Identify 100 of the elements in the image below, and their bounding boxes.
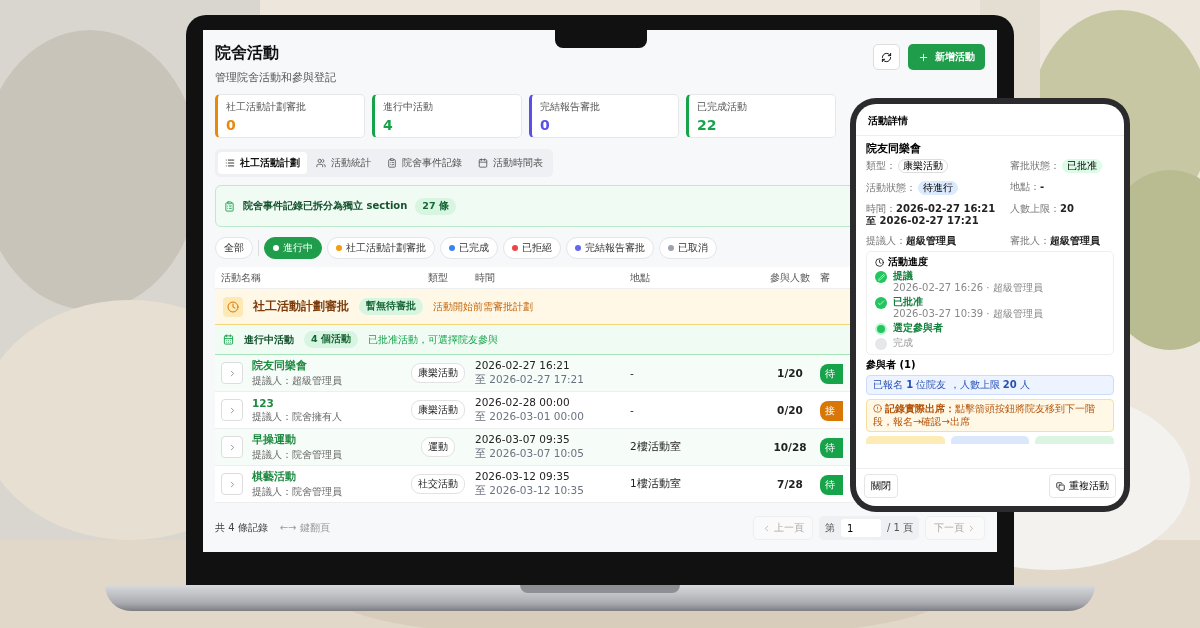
warning-message: 記錄實際出席：點擊箭頭按鈕將院友移到下一階段，報名→確認→出席 — [866, 399, 1114, 433]
column-header: 審 — [820, 270, 831, 285]
info-message: 已報名 1 位院友 ，人數上限 20 人 — [866, 375, 1114, 396]
keyboard-hint: ←→ 鍵翻頁 — [279, 521, 330, 535]
end-time: 至 2026-03-01 00:00 — [475, 410, 585, 424]
alert-icon — [873, 404, 882, 414]
tab[interactable]: 社工活動計劃 — [218, 152, 307, 174]
filter-chip[interactable]: 已完成 — [440, 237, 498, 259]
step-label: 提議 — [893, 270, 914, 283]
filter-chip[interactable]: 已取消 — [659, 237, 717, 259]
start-time: 2026-03-12 09:35 — [475, 470, 571, 482]
expand-button[interactable] — [221, 473, 243, 495]
expand-button[interactable] — [221, 362, 243, 384]
detail-text: 審批人：超級管理員 — [1010, 235, 1100, 248]
page-suffix: / 1 頁 — [886, 521, 913, 535]
duplicate-button[interactable]: 重複活動 — [1049, 474, 1116, 498]
refresh-icon — [881, 51, 892, 63]
stat-label: 進行中活動 — [383, 100, 434, 114]
type-tag: 運動 — [421, 437, 455, 457]
participants-cell-text: 0/20 — [776, 404, 804, 416]
section-title: 進行中活動 — [244, 332, 294, 347]
location-cell-text: 2樓活動室 — [630, 440, 682, 454]
field-label: 類型： — [866, 160, 896, 173]
detail-text: 地點：- — [1010, 181, 1045, 194]
filter-chip[interactable]: 全部 — [215, 237, 253, 259]
activity-title: 院友同樂會 — [866, 142, 922, 156]
stat-label: 已完成活動 — [697, 100, 748, 114]
step-meta: 2026-03-27 10:39 · 超級管理員 — [893, 308, 1043, 321]
participants-cell-text: 1/20 — [776, 367, 804, 379]
page-subtitle: 管理院舍活動和參與登記 — [215, 70, 336, 85]
detail-text: 人數上限：20 — [1010, 203, 1074, 216]
plus-icon — [918, 51, 929, 63]
expand-button[interactable] — [221, 399, 243, 421]
section-note: 活動開始前需審批計劃 — [433, 299, 533, 314]
page-prefix: 第 — [824, 521, 835, 535]
proposer-text: 提議人：超級管理員 — [252, 373, 342, 388]
column-header: 類型 — [427, 270, 449, 285]
calendar-icon — [478, 158, 488, 168]
tab[interactable]: 院舍事件記錄 — [380, 152, 469, 174]
field-label: 活動狀態： — [866, 182, 916, 195]
proposer-text: 提議人：院舍擁有人 — [252, 409, 342, 424]
activity-name: 院友同樂會 — [252, 358, 308, 373]
section-title: 社工活動計劃審批 — [253, 299, 349, 314]
status-tag: 待 — [820, 475, 843, 495]
participants-cell-text: 10/28 — [772, 441, 808, 453]
step-label: 完成 — [893, 337, 913, 350]
participants-title: 參與者 (1) — [866, 359, 917, 372]
tab[interactable]: 活動時間表 — [471, 152, 550, 174]
detail-text: 時間：2026-02-27 16:21 至 2026-02-27 17:21 — [866, 203, 997, 228]
section-badge: 4 個活動 — [304, 331, 358, 348]
column-header: 地點 — [630, 270, 651, 285]
clock-icon — [875, 257, 884, 267]
record-count: 共 4 條記錄 — [215, 521, 268, 535]
step-meta: 2026-02-27 16:26 · 超級管理員 — [893, 282, 1043, 295]
proposer-text: 提議人：院舍管理員 — [252, 447, 342, 462]
page-title: 院舍活動 — [215, 43, 280, 64]
dialog-title: 活動詳情 — [856, 104, 1124, 136]
status-tag: 待進行 — [918, 181, 958, 196]
expand-button[interactable] — [221, 436, 243, 458]
field-label: 審批狀態： — [1010, 160, 1060, 173]
end-time: 至 2026-02-27 17:21 — [475, 373, 585, 387]
page-input[interactable]: 1 — [840, 519, 881, 537]
tab[interactable]: 活動統計 — [309, 152, 378, 174]
section-note: 已批准活動，可選擇院友參與 — [367, 332, 498, 347]
stat-label: 完結報告審批 — [540, 100, 601, 114]
participants-cell-text: 7/28 — [776, 478, 804, 490]
filter-chip[interactable]: 完結報告審批 — [566, 237, 654, 259]
location-cell-text: - — [630, 404, 635, 416]
status-tag: 待 — [820, 438, 843, 458]
add-activity-button[interactable]: 新增活動 — [908, 44, 985, 70]
proposer-text: 提議人：院舍管理員 — [252, 484, 342, 499]
detail-text: 提議人：超級管理員 — [866, 235, 956, 248]
calendar-icon — [223, 334, 234, 345]
start-time: 2026-02-27 16:21 — [475, 359, 571, 371]
status-tag: 接 — [820, 401, 843, 421]
filter-chip[interactable]: 已拒絕 — [503, 237, 561, 259]
copy-icon — [1056, 481, 1065, 491]
filter-chip[interactable]: 進行中 — [264, 237, 322, 259]
users-icon — [316, 158, 326, 168]
count-badge: 27 條 — [415, 197, 456, 215]
stat-value: 0 — [226, 117, 237, 133]
activity-name: 123 — [252, 396, 275, 409]
list-icon — [225, 158, 235, 168]
location-cell-text: 1樓活動室 — [630, 477, 682, 491]
refresh-button[interactable] — [873, 44, 900, 70]
start-time: 2026-02-28 00:00 — [475, 396, 571, 408]
type-tag: 社交活動 — [411, 474, 465, 494]
clipboard-icon — [224, 200, 235, 212]
start-time: 2026-03-07 09:35 — [475, 433, 571, 445]
location-cell-text: - — [630, 367, 635, 379]
filter-chip[interactable]: 社工活動計劃審批 — [327, 237, 435, 259]
close-button[interactable]: 關閉 — [864, 474, 898, 498]
step-label: 選定參與者 — [893, 322, 943, 335]
stat-value: 4 — [383, 117, 394, 133]
stat-value: 22 — [697, 117, 718, 133]
status-tag: 待 — [820, 364, 843, 384]
stat-value: 0 — [540, 117, 551, 133]
stat-label: 社工活動計劃審批 — [226, 100, 307, 114]
activity-name: 早操運動 — [252, 432, 297, 447]
column-header: 參與人數 — [769, 270, 811, 285]
